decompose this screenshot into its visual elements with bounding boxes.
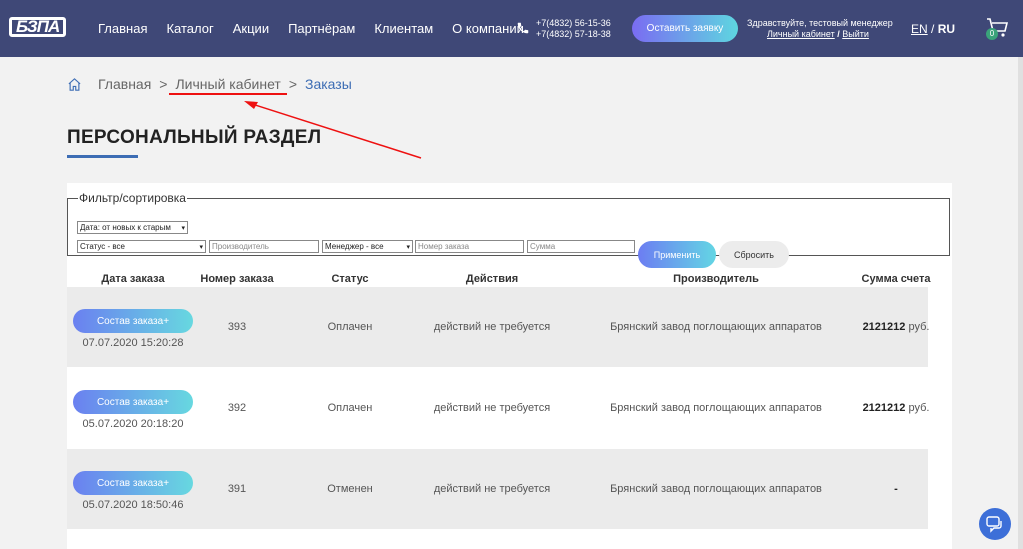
order-manufacturer: Брянский завод поглощающих аппаратов (610, 402, 822, 414)
order-date: 05.07.2020 18:50:46 (82, 499, 184, 511)
order-manufacturer: Брянский завод поглощающих аппаратов (610, 321, 822, 333)
reset-button[interactable]: Сбросить (719, 241, 789, 268)
page-scrollbar[interactable] (1018, 57, 1023, 549)
col-manufacturer: Производитель (673, 273, 759, 285)
logo-text: БЗПА (9, 17, 67, 37)
phone-2[interactable]: +7(4832) 57-18-38 (536, 29, 611, 40)
order-status: Отменен (327, 483, 373, 495)
sum-input[interactable]: Сумма (527, 240, 635, 253)
phone-numbers: +7(4832) 56-15-36 +7(4832) 57-18-38 (536, 18, 611, 40)
filter-panel: Фильтр/сортировка Дата: от новых к стары… (67, 191, 950, 268)
user-greeting: Здравствуйте, тестовый менеджер Личный к… (747, 18, 893, 40)
order-action: действий не требуется (433, 483, 551, 495)
sum-value: 2121212 (862, 402, 906, 414)
leave-request-button[interactable]: Оставить заявку (632, 15, 738, 42)
order-action: действий не требуется (433, 402, 551, 414)
title-underline (67, 155, 138, 158)
order-number: 391 (227, 483, 247, 495)
chevron-down-icon: ▾ (199, 243, 203, 251)
col-number: Номер заказа (200, 273, 274, 285)
sum-value: - (894, 483, 898, 495)
lang-separator: / (931, 22, 935, 36)
chevron-down-icon: ▾ (406, 243, 410, 251)
order-details-button[interactable]: Состав заказа+ (73, 471, 193, 495)
breadcrumb-separator: > (159, 76, 168, 92)
breadcrumb: Главная > Личный кабинет > Заказы (67, 76, 352, 92)
nav-clients[interactable]: Клиентам (374, 21, 433, 36)
sum-currency: руб. (908, 402, 930, 414)
cart-count-badge: 0 (986, 28, 998, 40)
manager-value: Менеджер - все (325, 242, 384, 251)
logout-link[interactable]: Выйти (842, 29, 869, 39)
col-status: Статус (331, 273, 369, 285)
sort-select[interactable]: Дата: от новых к старым ▾ (77, 221, 188, 234)
order-sum: - (847, 483, 945, 495)
lang-ru[interactable]: RU (938, 22, 955, 36)
col-sum: Сумма счета (861, 273, 931, 285)
cabinet-link[interactable]: Личный кабинет (767, 29, 835, 39)
orders-card: Фильтр/сортировка Дата: от новых к стары… (67, 183, 952, 549)
order-manufacturer: Брянский завод поглощающих аппаратов (610, 483, 822, 495)
nav-home[interactable]: Главная (98, 21, 147, 36)
breadcrumb-separator: > (288, 76, 297, 92)
nav-promotions[interactable]: Акции (233, 21, 269, 36)
col-date: Дата заказа (101, 273, 165, 285)
order-number: 393 (227, 321, 247, 333)
apply-button[interactable]: Применить (638, 241, 716, 268)
breadcrumb-home[interactable]: Главная (98, 76, 151, 92)
lang-en[interactable]: EN (911, 22, 928, 36)
order-details-button[interactable]: Состав заказа+ (73, 390, 193, 414)
chevron-down-icon: ▾ (181, 224, 185, 232)
chat-icon (986, 516, 1002, 533)
main-nav: Главная Каталог Акции Партнёрам Клиентам… (98, 21, 543, 36)
table-row: Состав заказа+ 07.07.2020 15:20:28 393 О… (67, 287, 929, 367)
page-title: ПЕРСОНАЛЬНЫЙ РАЗДЕЛ (67, 127, 322, 148)
order-number-input[interactable]: Номер заказа (415, 240, 524, 253)
sum-value: 2121212 (862, 321, 906, 333)
order-sum: 2121212 руб. (847, 321, 945, 333)
order-details-button[interactable]: Состав заказа+ (73, 309, 193, 333)
order-number: 392 (227, 402, 247, 414)
manager-select[interactable]: Менеджер - все ▾ (322, 240, 413, 253)
manufacturer-input[interactable]: Производитель (209, 240, 319, 253)
table-row: Состав заказа+ 05.07.2020 20:18:20 392 О… (67, 368, 929, 448)
order-date: 05.07.2020 20:18:20 (82, 418, 184, 430)
sum-currency: руб. (908, 321, 930, 333)
phone-1[interactable]: +7(4832) 56-15-36 (536, 18, 611, 29)
annotation-underline (169, 93, 287, 95)
phone-icon (517, 22, 529, 34)
nav-about[interactable]: О компании (452, 21, 524, 36)
chat-button[interactable] (979, 508, 1011, 540)
home-icon[interactable] (67, 77, 82, 92)
filter-legend: Фильтр/сортировка (79, 191, 186, 205)
order-status: Оплачен (327, 321, 373, 333)
links-separator: / (837, 29, 840, 39)
status-value: Статус - все (80, 242, 126, 251)
language-switcher: EN / RU (911, 22, 955, 36)
breadcrumb-cabinet[interactable]: Личный кабинет (175, 76, 280, 92)
order-action: действий не требуется (433, 321, 551, 333)
order-status: Оплачен (327, 402, 373, 414)
order-sum: 2121212 руб. (847, 402, 945, 414)
nav-catalog[interactable]: Каталог (166, 21, 213, 36)
status-select[interactable]: Статус - все ▾ (77, 240, 206, 253)
greeting-text: Здравствуйте, тестовый менеджер (747, 18, 893, 28)
sort-value: Дата: от новых к старым (80, 223, 171, 232)
nav-partners[interactable]: Партнёрам (288, 21, 355, 36)
table-row: Состав заказа+ 05.07.2020 18:50:46 391 О… (67, 449, 928, 529)
site-header: БЗПА Главная Каталог Акции Партнёрам Кли… (0, 0, 1023, 57)
col-actions: Действия (465, 273, 519, 285)
logo[interactable]: БЗПА (9, 17, 67, 37)
breadcrumb-current: Заказы (305, 76, 352, 92)
order-date: 07.07.2020 15:20:28 (82, 337, 184, 349)
